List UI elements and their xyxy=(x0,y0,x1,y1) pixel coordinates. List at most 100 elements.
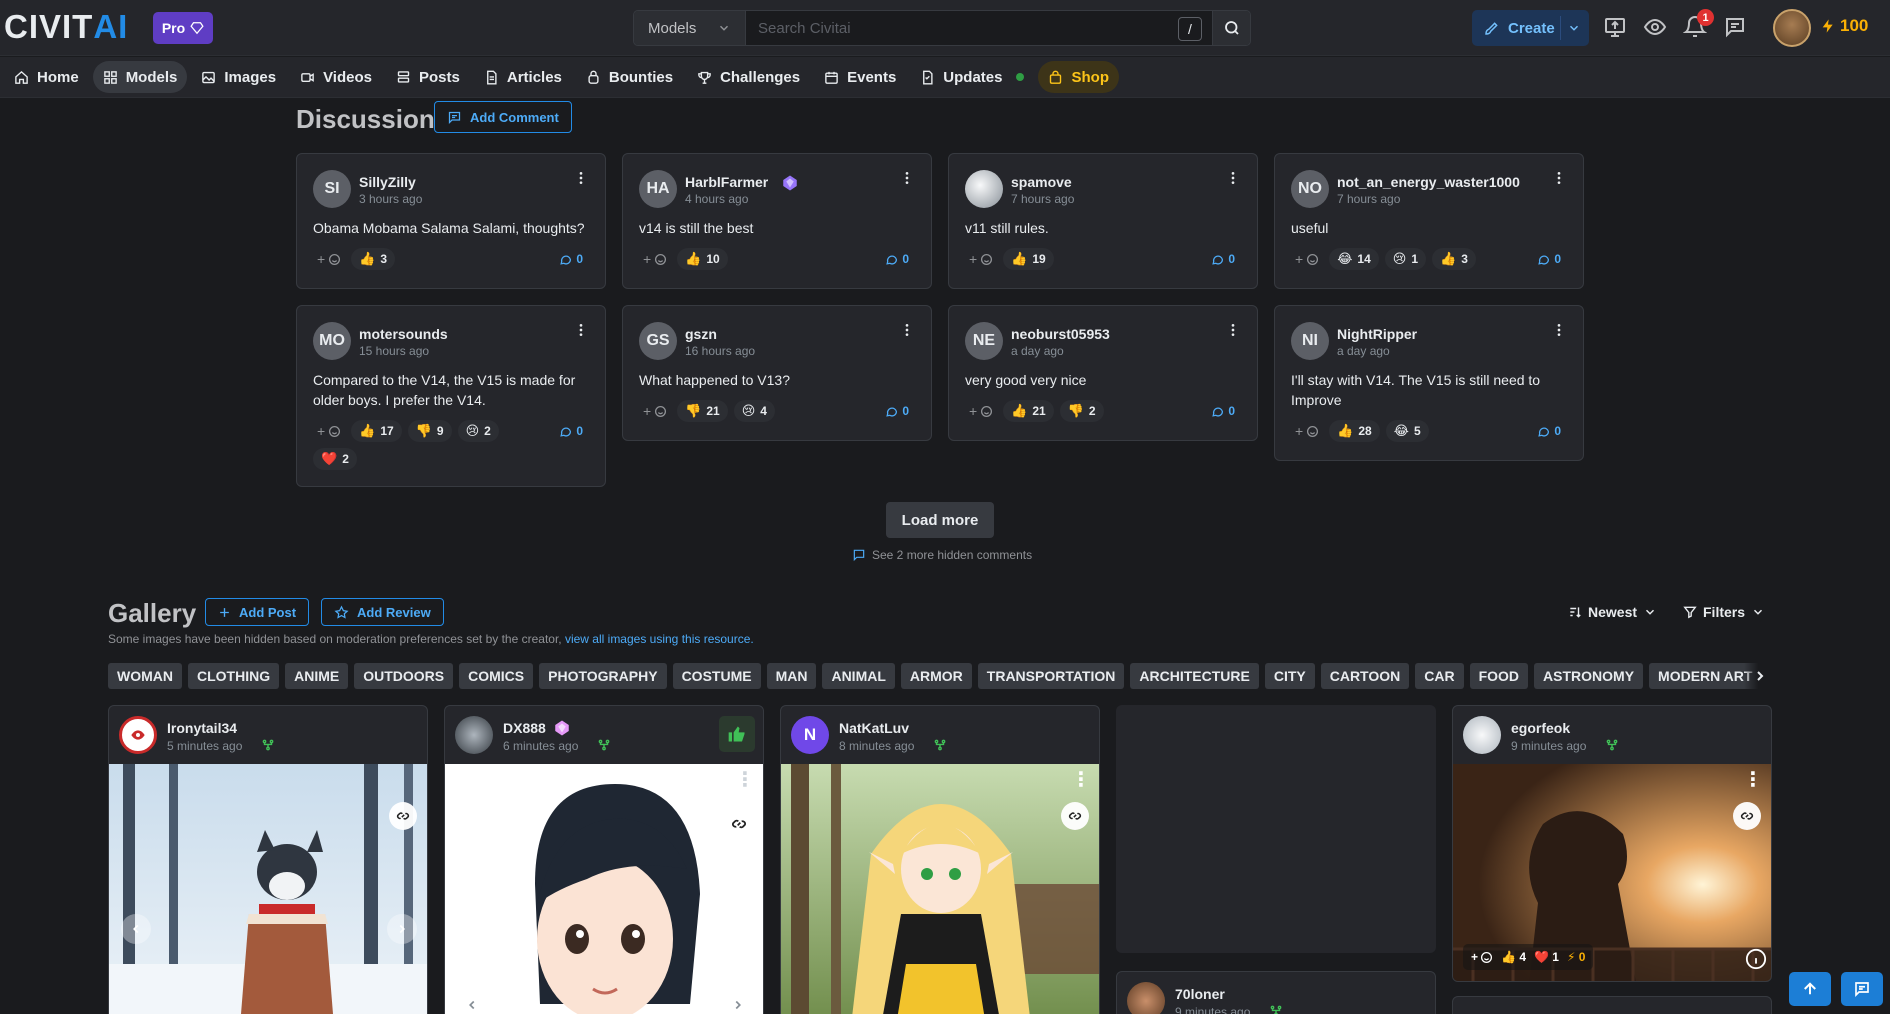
avatar[interactable] xyxy=(1463,716,1501,754)
more-options-icon[interactable] xyxy=(899,170,915,186)
avatar[interactable] xyxy=(455,716,493,754)
tag-chip[interactable]: PHOTOGRAPHY xyxy=(539,663,667,689)
add-comment-button[interactable]: Add Comment xyxy=(434,101,572,133)
gallery-username[interactable]: DX888 xyxy=(503,720,546,736)
add-reaction-button[interactable]: + xyxy=(1471,950,1493,964)
more-options-icon[interactable] xyxy=(1225,170,1241,186)
gallery-username[interactable]: 70loner xyxy=(1175,986,1225,1002)
tag-chip[interactable]: MAN xyxy=(766,663,817,689)
avatar[interactable]: MO xyxy=(313,322,351,360)
nav-images[interactable]: Images xyxy=(191,61,286,93)
add-post-button[interactable]: Add Post xyxy=(205,598,310,626)
tag-chip[interactable]: ASTRONOMY xyxy=(1534,663,1644,689)
reaction-buzz[interactable]: ⚡ 0 xyxy=(1567,950,1585,964)
gallery-image[interactable]: ⋮ xyxy=(781,764,1099,1014)
tag-chip[interactable]: FOOD xyxy=(1469,663,1529,689)
buzz-balance[interactable]: 100 xyxy=(1820,16,1868,36)
add-reaction-button[interactable]: + xyxy=(639,400,671,422)
more-options-icon[interactable]: ⋮ xyxy=(735,770,755,790)
nav-models[interactable]: Models xyxy=(92,61,188,93)
create-button[interactable]: Create xyxy=(1472,10,1589,46)
reaction-pill[interactable]: 😢 2 xyxy=(457,420,499,442)
more-options-icon[interactable] xyxy=(573,322,589,338)
search-input[interactable]: Search Civitai / xyxy=(745,11,1212,45)
reply-count-button[interactable]: 0 xyxy=(559,424,583,438)
reaction-pill[interactable]: 😢 4 xyxy=(733,400,775,422)
reaction-pill[interactable]: 👍 28 xyxy=(1329,420,1380,442)
sort-dropdown[interactable]: Newest xyxy=(1568,604,1657,620)
comment-username[interactable]: not_an_energy_waster1000 xyxy=(1337,174,1520,190)
reply-count-button[interactable]: 0 xyxy=(1537,424,1561,438)
avatar[interactable]: GS xyxy=(639,322,677,360)
more-options-icon[interactable]: ⋮ xyxy=(1071,770,1091,790)
reaction-pill[interactable]: 👍 10 xyxy=(677,248,728,270)
gallery-image[interactable] xyxy=(109,764,427,1014)
link-icon[interactable] xyxy=(389,802,417,830)
tag-chip[interactable]: CLOTHING xyxy=(188,663,280,689)
add-reaction-button[interactable]: + xyxy=(1291,248,1323,270)
gallery-card[interactable]: DX888 6 minutes ago ⋮ xyxy=(444,705,764,1014)
more-options-icon[interactable] xyxy=(573,170,589,186)
pro-button[interactable]: Pro xyxy=(153,12,213,44)
nav-videos[interactable]: Videos xyxy=(290,61,382,93)
tag-chip[interactable]: CAR xyxy=(1415,663,1464,689)
tag-chip[interactable]: COMICS xyxy=(459,663,534,689)
gallery-image[interactable]: ⋮ + 👍 4 ❤️ 1 ⚡ 0 xyxy=(1453,764,1771,981)
gallery-image[interactable]: ⋮ xyxy=(445,764,763,1014)
comment-username[interactable]: SillyZilly xyxy=(359,174,416,190)
tag-chip[interactable]: OUTDOORS xyxy=(354,663,454,689)
comment-username[interactable]: HarblFarmer xyxy=(685,174,768,190)
gallery-username[interactable]: Ironytail34 xyxy=(167,720,237,736)
view-all-images-link[interactable]: view all images using this resource. xyxy=(565,632,754,646)
hidden-comments-link[interactable]: See 2 more hidden comments xyxy=(852,548,1032,562)
reaction-pill[interactable]: 👎 2 xyxy=(1059,400,1104,422)
scroll-to-top-button[interactable] xyxy=(1789,972,1831,1006)
tag-chip[interactable]: ARMOR xyxy=(900,663,972,689)
reply-count-button[interactable]: 0 xyxy=(1211,404,1235,418)
nav-updates[interactable]: Updates xyxy=(910,61,1034,93)
gallery-username[interactable]: egorfeok xyxy=(1511,720,1570,736)
search-scope-select[interactable]: Models xyxy=(634,11,745,45)
reaction-pill[interactable]: 👍 21 xyxy=(1003,400,1054,422)
tag-chip[interactable]: ANIME xyxy=(285,663,349,689)
tags-scroll-right[interactable] xyxy=(1744,663,1768,689)
add-reaction-button[interactable]: + xyxy=(313,248,345,270)
nav-shop[interactable]: Shop xyxy=(1038,61,1119,93)
link-icon[interactable] xyxy=(1061,802,1089,830)
gallery-card[interactable]: N NatKatLuv 8 minutes ago ⋮ xyxy=(780,705,1100,1014)
search-button[interactable] xyxy=(1212,11,1250,45)
reaction-like[interactable]: 👍 4 xyxy=(1501,950,1526,964)
more-options-icon[interactable] xyxy=(1551,322,1567,338)
avatar[interactable]: N xyxy=(791,716,829,754)
reaction-pill[interactable]: 👍 3 xyxy=(1432,248,1476,270)
chevron-right-icon[interactable] xyxy=(731,998,745,1012)
reply-count-button[interactable]: 0 xyxy=(885,252,909,266)
gallery-card[interactable]: egorfeok 9 minutes ago ⋮ + 👍 4 ❤️ 1 ⚡ 0 xyxy=(1452,705,1772,982)
reaction-pill[interactable]: 😂 5 xyxy=(1385,420,1429,442)
nav-challenges[interactable]: Challenges xyxy=(687,61,810,93)
nav-articles[interactable]: Articles xyxy=(474,61,572,93)
chevron-left-icon[interactable] xyxy=(465,998,479,1012)
reaction-pill[interactable]: 😂 14 xyxy=(1329,248,1379,270)
reaction-pill[interactable]: 👍 3 xyxy=(351,248,396,270)
gallery-card[interactable]: Ironytail34 5 minutes ago xyxy=(108,705,428,1014)
more-options-icon[interactable] xyxy=(899,322,915,338)
eye-icon[interactable] xyxy=(1643,15,1669,41)
gallery-username[interactable]: NatKatLuv xyxy=(839,720,909,736)
add-reaction-button[interactable]: + xyxy=(965,248,997,270)
avatar[interactable] xyxy=(119,716,157,754)
add-reaction-button[interactable]: + xyxy=(1291,420,1323,442)
avatar[interactable]: NI xyxy=(1291,322,1329,360)
reaction-pill[interactable]: 👍 17 xyxy=(351,420,402,442)
nav-events[interactable]: Events xyxy=(814,61,906,93)
next-image-button[interactable] xyxy=(387,914,417,944)
avatar[interactable] xyxy=(965,170,1003,208)
tag-chip[interactable]: COSTUME xyxy=(672,663,761,689)
chevron-down-icon[interactable] xyxy=(1567,21,1581,35)
reply-count-button[interactable]: 0 xyxy=(885,404,909,418)
nav-home[interactable]: Home xyxy=(4,61,89,93)
avatar[interactable]: SI xyxy=(313,170,351,208)
reaction-pill[interactable]: 👍 19 xyxy=(1003,248,1054,270)
gallery-card[interactable]: 70loner 9 minutes ago xyxy=(1116,971,1436,1014)
prev-image-button[interactable] xyxy=(121,914,151,944)
